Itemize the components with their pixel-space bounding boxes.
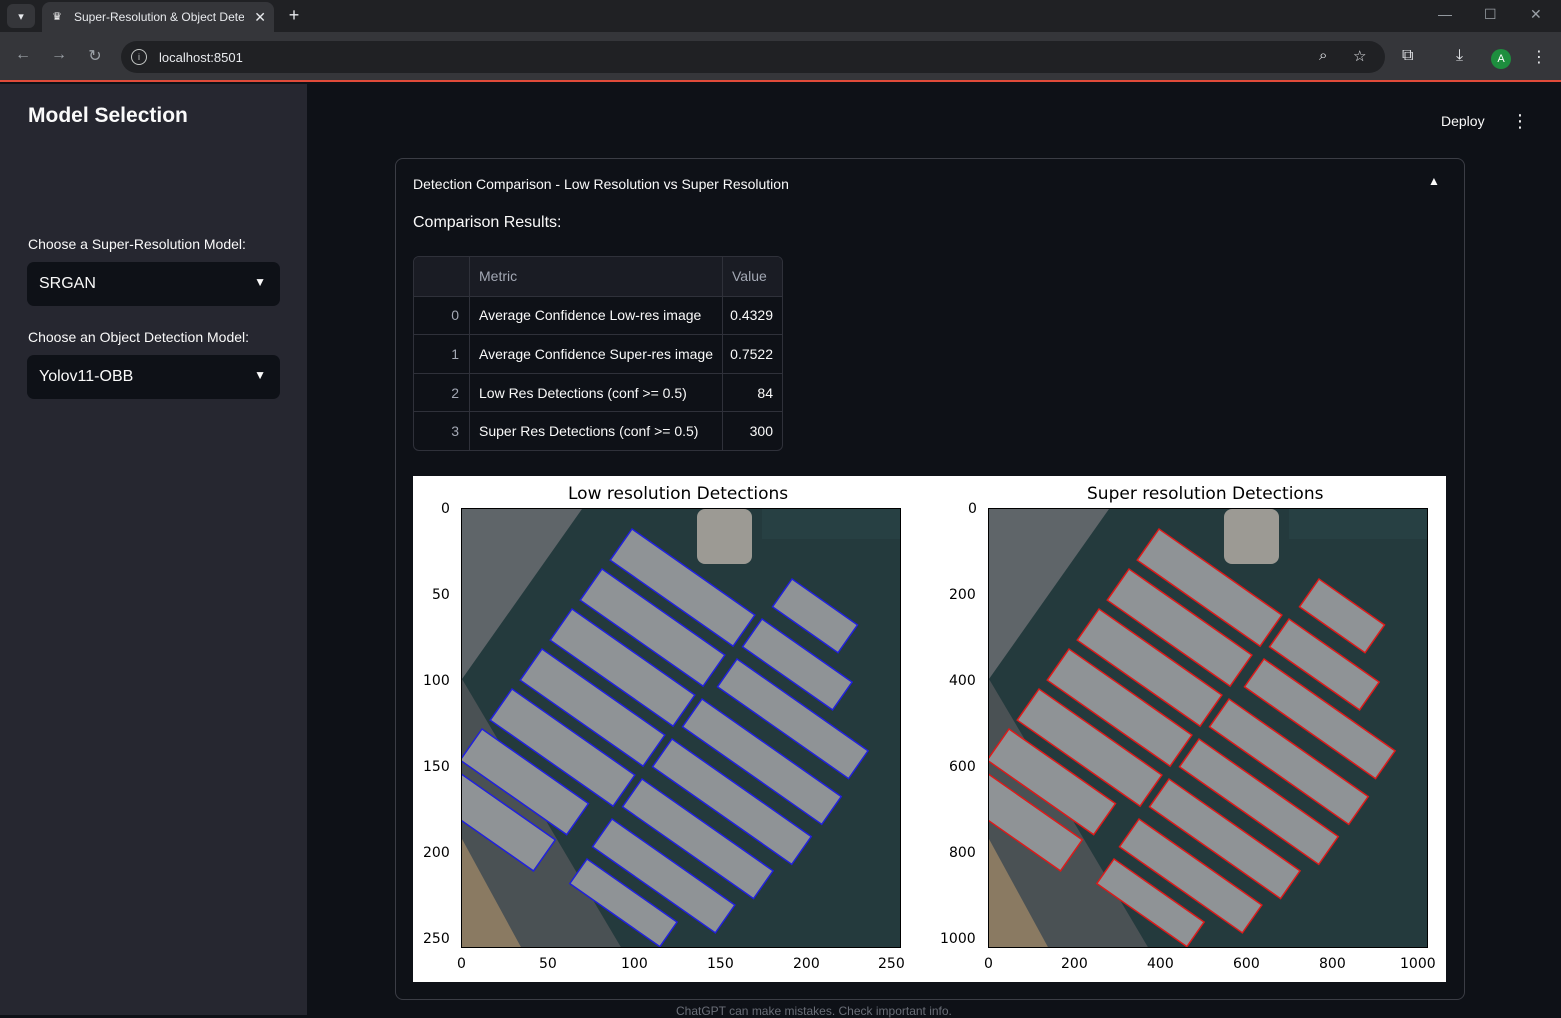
right-xtick: 400 [1147, 956, 1174, 972]
reload-icon[interactable]: ↻ [84, 46, 106, 66]
chevron-up-icon[interactable]: ▲ [1428, 174, 1440, 188]
row-metric: Super Res Detections (conf >= 0.5) [470, 412, 723, 450]
right-xtick: 0 [984, 956, 993, 972]
expander-title[interactable]: Detection Comparison - Low Resolution vs… [413, 176, 789, 192]
tab-title: Super-Resolution & Object Detection [74, 10, 244, 24]
table-row: 0 Average Confidence Low-res image 0.432… [414, 295, 782, 335]
chevron-down-icon: ▼ [254, 368, 266, 382]
right-ytick: 0 [968, 501, 977, 517]
super-res-detection-image [988, 508, 1428, 948]
row-index: 2 [414, 373, 470, 412]
row-index: 3 [414, 412, 470, 450]
right-xtick: 1000 [1400, 956, 1436, 972]
row-value: 84 [757, 384, 773, 401]
address-bar[interactable]: i localhost:8501 ⌕ ☆ [121, 41, 1385, 73]
row-metric: Average Confidence Super-res image [470, 335, 723, 373]
tab-close-icon[interactable]: ✕ [254, 9, 266, 26]
sr-model-value: SRGAN [39, 275, 96, 292]
detections-figure: Low resolution Detections 0 50 100 150 2… [413, 476, 1446, 982]
back-arrow-icon[interactable]: ← [12, 46, 34, 64]
results-title: Comparison Results: [413, 214, 562, 231]
left-ytick: 100 [423, 673, 450, 689]
sr-model-select[interactable]: SRGAN ▼ [27, 262, 280, 306]
zoom-icon[interactable]: ⌕ [1319, 47, 1327, 64]
left-xtick: 200 [793, 956, 820, 972]
streamlit-favicon-icon: ♛ [52, 11, 62, 23]
extensions-puzzle-icon[interactable]: ⧉ [1402, 47, 1413, 65]
browser-toolbar: ← → ↻ i localhost:8501 ⌕ ☆ ⧉ ⤓ ⋮ [0, 32, 1561, 82]
row-index: 1 [414, 335, 470, 373]
od-model-label: Choose an Object Detection Model: [28, 329, 250, 345]
table-header-row: Metric Value [414, 257, 782, 296]
od-model-value: Yolov11-OBB [39, 368, 134, 385]
low-res-detection-image [461, 508, 901, 948]
row-index: 0 [414, 296, 470, 335]
browser-tab[interactable]: ♛ Super-Resolution & Object Detection ✕ [42, 2, 274, 32]
row-value: 300 [749, 423, 773, 440]
new-tab-plus-icon[interactable]: + [284, 4, 304, 26]
right-ytick: 400 [949, 673, 976, 689]
site-info-icon[interactable]: i [131, 49, 147, 65]
low-res-image-svg [462, 509, 900, 947]
row-value: 0.7522 [730, 345, 773, 362]
row-value: 0.4329 [730, 307, 773, 324]
sidebar [0, 84, 307, 1015]
left-ytick: 250 [423, 931, 450, 947]
browser-menu-icon[interactable]: ⋮ [1531, 47, 1547, 67]
table-row: 1 Average Confidence Super-res image 0.7… [414, 334, 782, 373]
left-xtick: 150 [707, 956, 734, 972]
browser-tabbar: ▾ ♛ Super-Resolution & Object Detection … [0, 0, 1561, 32]
row-metric: Low Res Detections (conf >= 0.5) [470, 373, 723, 412]
right-xtick: 800 [1319, 956, 1346, 972]
deploy-button[interactable]: Deploy [1441, 113, 1485, 129]
left-xtick: 50 [539, 956, 557, 972]
right-xtick: 600 [1233, 956, 1260, 972]
table-header-metric[interactable]: Metric [470, 257, 723, 296]
left-ytick: 0 [441, 501, 450, 517]
left-ytick: 150 [423, 759, 450, 775]
left-ytick: 50 [432, 587, 450, 603]
tab-list-chevron-icon[interactable]: ▾ [7, 4, 35, 28]
minimize-icon[interactable]: — [1438, 6, 1452, 22]
super-res-image-svg [989, 509, 1427, 947]
od-model-select[interactable]: Yolov11-OBB ▼ [27, 355, 280, 399]
sr-model-label: Choose a Super-Resolution Model: [28, 236, 246, 252]
table-row: 2 Low Res Detections (conf >= 0.5) 84 [414, 372, 782, 412]
right-xtick: 200 [1061, 956, 1088, 972]
left-xtick: 100 [621, 956, 648, 972]
download-icon[interactable]: ⤓ [1456, 47, 1463, 65]
footer-note: ChatGPT can make mistakes. Check importa… [676, 1004, 952, 1018]
maximize-icon[interactable]: ☐ [1484, 6, 1497, 23]
app-menu-icon[interactable]: ⋮ [1511, 111, 1529, 132]
right-panel-title: Super resolution Detections [1087, 484, 1324, 504]
right-ytick: 600 [949, 759, 976, 775]
sidebar-title: Model Selection [28, 104, 188, 127]
right-ytick: 1000 [940, 931, 976, 947]
chevron-down-icon: ▼ [254, 275, 266, 289]
left-xtick: 0 [457, 956, 466, 972]
right-ytick: 200 [949, 587, 976, 603]
address-url: localhost:8501 [159, 49, 243, 65]
forward-arrow-icon[interactable]: → [48, 46, 70, 64]
bookmark-star-icon[interactable]: ☆ [1353, 47, 1366, 65]
table-row: 3 Super Res Detections (conf >= 0.5) 300 [414, 411, 782, 450]
table-header-index [414, 257, 470, 296]
left-xtick: 250 [878, 956, 905, 972]
right-ytick: 800 [949, 845, 976, 861]
comparison-table: Metric Value 0 Average Confidence Low-re… [413, 256, 783, 451]
left-panel-title: Low resolution Detections [568, 484, 789, 504]
left-ytick: 200 [423, 845, 450, 861]
window-close-icon[interactable]: ✕ [1530, 6, 1542, 23]
table-header-value[interactable]: Value [723, 257, 782, 296]
row-metric: Average Confidence Low-res image [470, 296, 723, 335]
profile-avatar[interactable]: A [1491, 49, 1511, 69]
